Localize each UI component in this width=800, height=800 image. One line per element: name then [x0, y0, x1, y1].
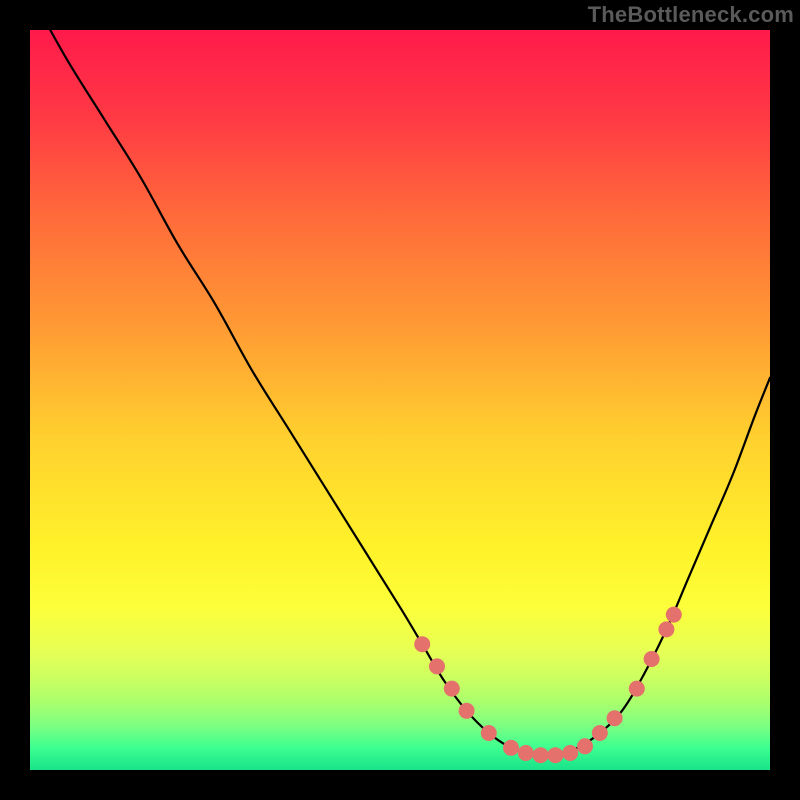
curve-marker — [459, 703, 475, 719]
curve-marker — [444, 681, 460, 697]
curve-marker — [577, 738, 593, 754]
curve-marker — [666, 607, 682, 623]
curve-marker — [429, 658, 445, 674]
watermark-label: TheBottleneck.com — [588, 2, 794, 28]
curve-marker — [518, 745, 534, 761]
curve-marker — [644, 651, 660, 667]
curve-markers-group — [414, 607, 682, 764]
curve-marker — [414, 636, 430, 652]
curve-marker — [607, 710, 623, 726]
chart-overlay — [30, 30, 770, 770]
curve-marker — [533, 747, 549, 763]
curve-marker — [658, 621, 674, 637]
curve-marker — [547, 747, 563, 763]
bottleneck-curve — [30, 0, 770, 756]
curve-marker — [481, 725, 497, 741]
curve-marker — [562, 745, 578, 761]
curve-marker — [592, 725, 608, 741]
curve-marker — [629, 681, 645, 697]
curve-marker — [503, 740, 519, 756]
chart-frame: TheBottleneck.com — [0, 0, 800, 800]
